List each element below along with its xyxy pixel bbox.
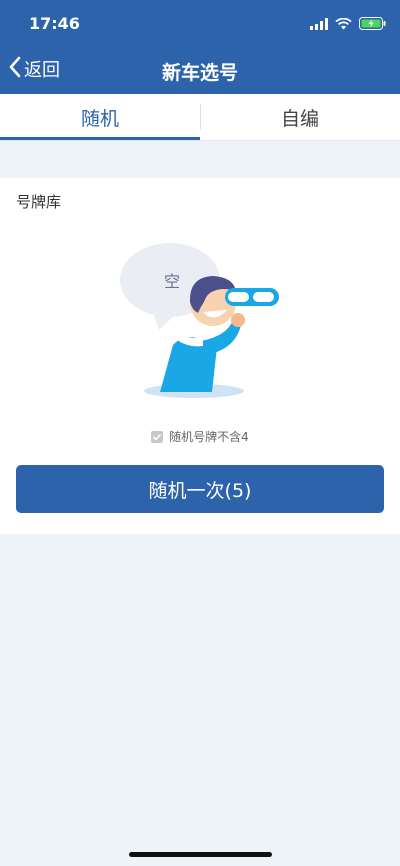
tab-random[interactable]: 随机 [0, 94, 200, 140]
status-time: 17:46 [29, 14, 80, 33]
status-icons [310, 15, 386, 34]
section-title: 号牌库 [16, 193, 62, 211]
random-once-button[interactable]: 随机一次(5) [16, 465, 384, 513]
battery-charging-icon [359, 15, 386, 34]
empty-state-illustration: 空 [115, 240, 285, 400]
exclude-four-label: 随机号牌不含4 [169, 430, 249, 444]
screen: 17:46 返回 新车选号 随机 自编 号牌库 空 随机号牌不含4 随机一次(5… [0, 0, 400, 866]
app-header: 17:46 返回 新车选号 [0, 0, 400, 94]
tab-active-indicator [0, 137, 200, 140]
tab-custom[interactable]: 自编 [200, 94, 400, 140]
signal-icon [310, 15, 328, 34]
page-title: 新车选号 [161, 62, 238, 84]
exclude-four-option: 随机号牌不含4 [0, 428, 400, 445]
checkmark-icon [153, 433, 162, 441]
wifi-icon [335, 15, 352, 34]
empty-label: 空 [164, 272, 180, 291]
tab-bar: 随机 自编 [0, 94, 400, 141]
exclude-four-checkbox[interactable] [151, 430, 164, 443]
home-indicator[interactable] [129, 852, 272, 857]
plate-pool-card: 号牌库 空 随机号牌不含4 随机一次(5) [0, 178, 400, 534]
